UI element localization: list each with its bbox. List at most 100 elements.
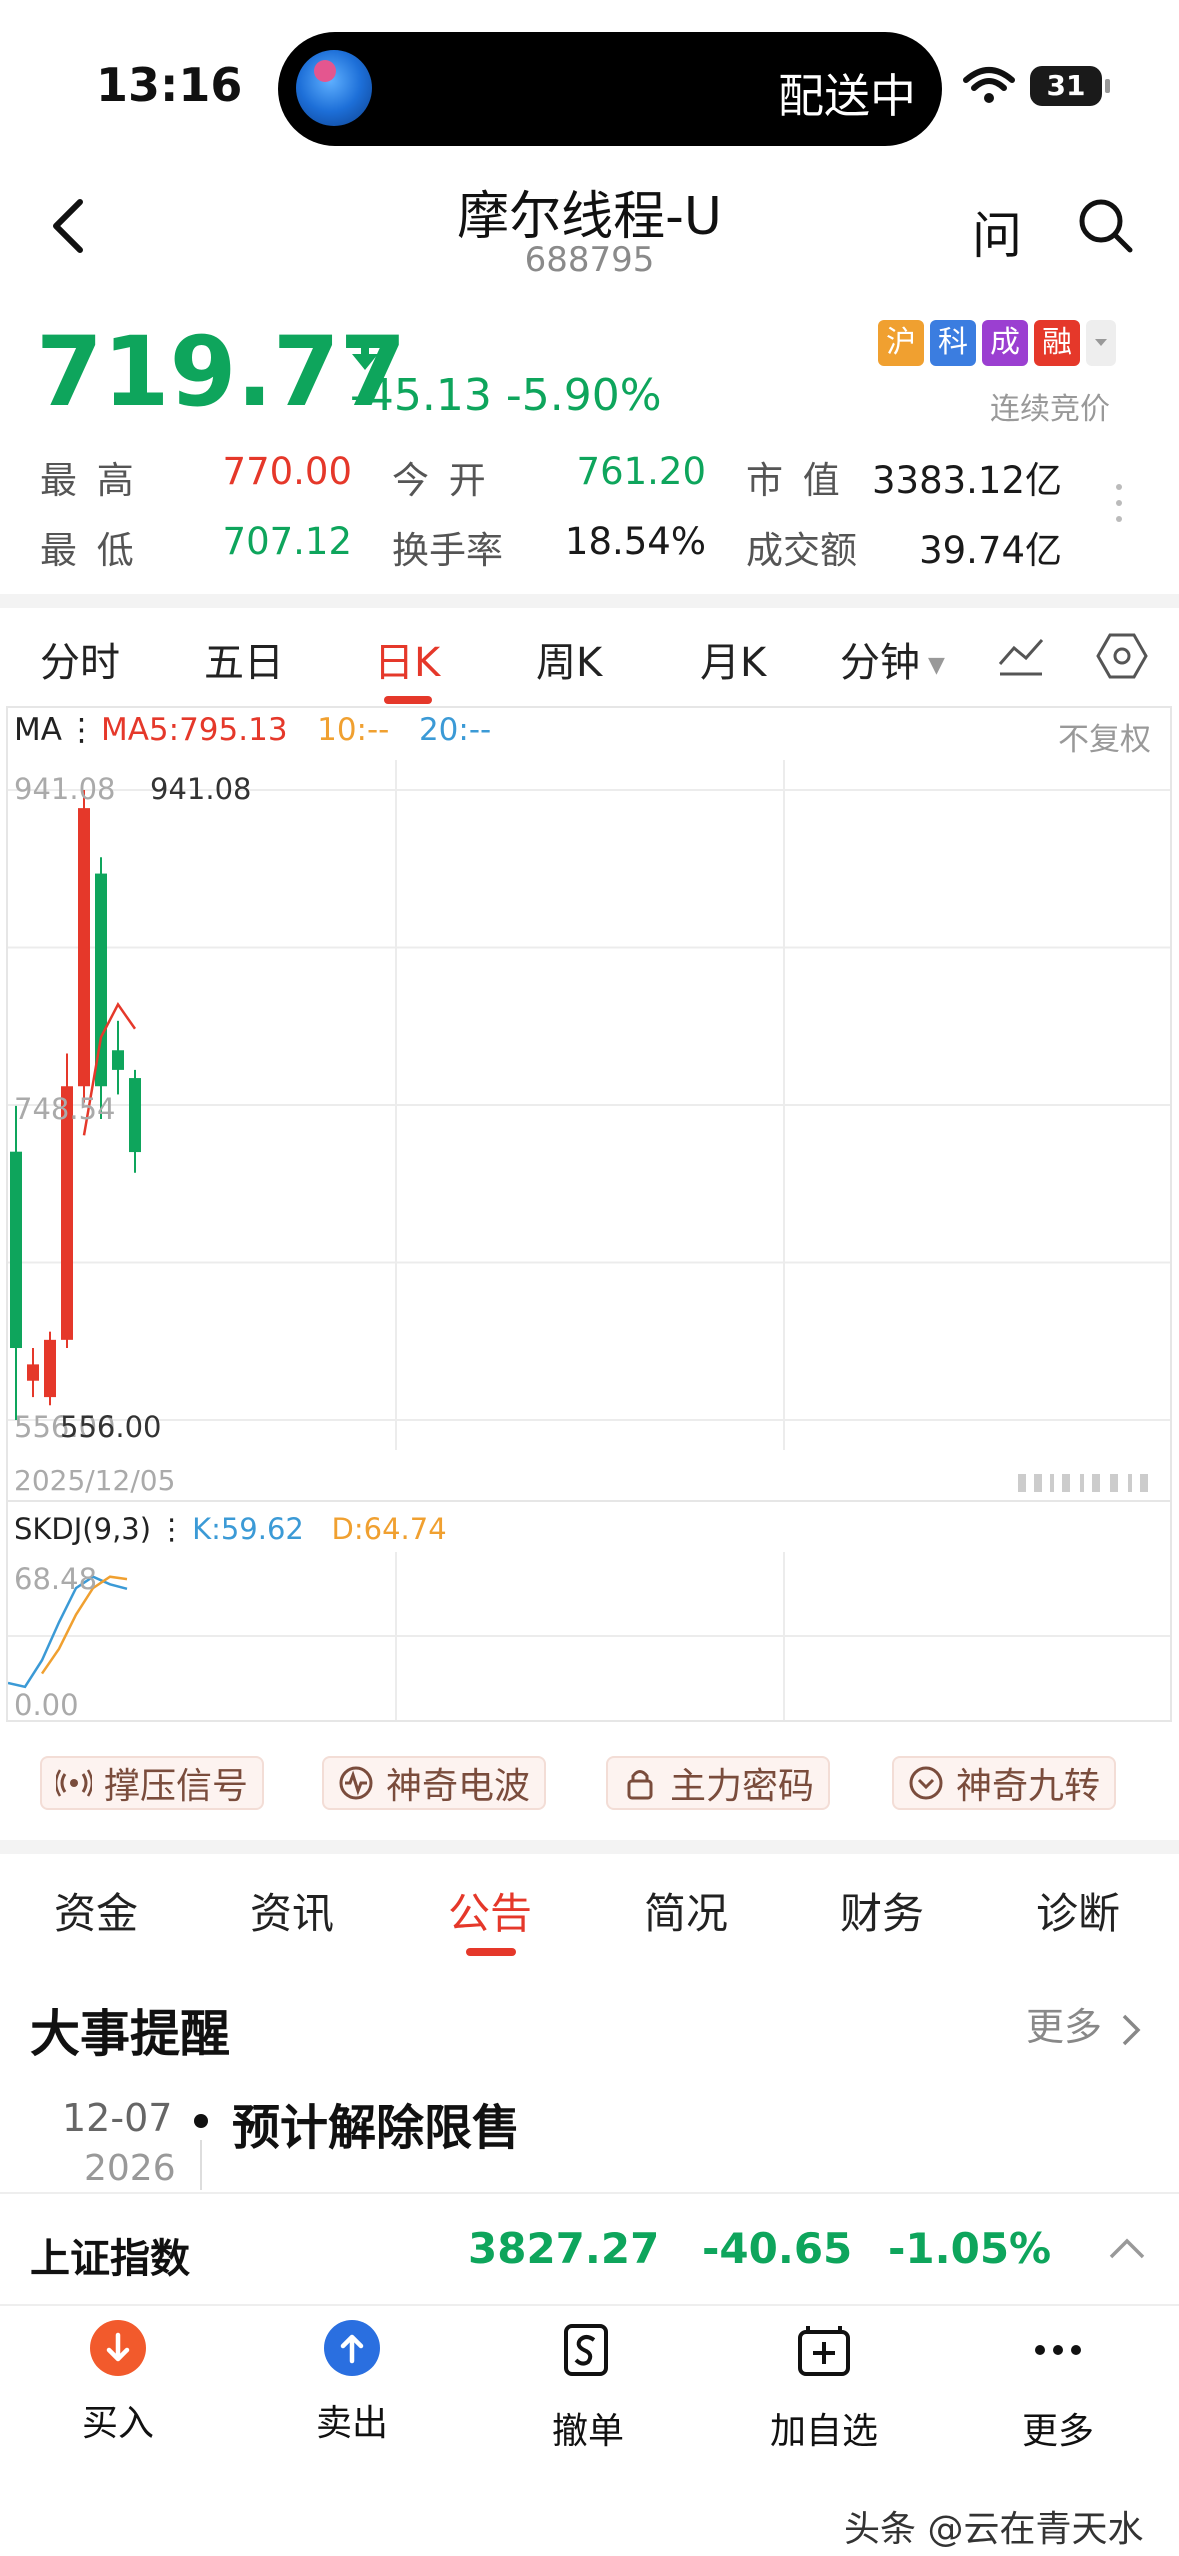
chevron-right-icon — [1122, 2014, 1141, 2045]
magic-nine-turn-button[interactable]: 神奇九转 — [892, 1756, 1117, 1810]
tab-weekly-k[interactable]: 周K — [536, 630, 602, 688]
candle-body[interactable] — [27, 1364, 39, 1381]
mcap-value: 3383.12亿 — [871, 459, 1062, 502]
tab-monthly-k[interactable]: 月K — [700, 630, 766, 688]
buy-label: 买入 — [81, 2403, 154, 2444]
lock-icon — [627, 1770, 653, 1800]
tab-intraday[interactable]: 分时 — [40, 630, 120, 688]
trading-status: 连续竞价 — [990, 392, 1110, 427]
market-tag: 科 — [930, 320, 976, 366]
signal-icon — [56, 1769, 92, 1797]
chart-draw-icon[interactable] — [996, 634, 1046, 678]
chevron-up-icon[interactable] — [1108, 2236, 1146, 2260]
candle-body[interactable] — [129, 1078, 141, 1153]
turnover-value: 18.54% — [564, 520, 706, 563]
skdj-d-label: D:64.74 — [331, 1512, 447, 1546]
search-icon[interactable] — [1076, 196, 1134, 254]
add-watchlist-button[interactable]: 加自选 — [734, 2320, 914, 2454]
tab-announcements[interactable]: 公告 — [448, 1880, 532, 1941]
add-watchlist-icon — [798, 2326, 850, 2376]
candlestick-chart[interactable] — [8, 760, 1170, 1450]
volume-value: 39.74亿 — [919, 529, 1062, 572]
wifi-icon — [963, 67, 1015, 103]
check-circle-icon — [909, 1766, 943, 1800]
tab-five-day[interactable]: 五日 — [204, 630, 284, 688]
pill-label: 主力密码 — [670, 1766, 815, 1807]
open-label: 今 开 — [392, 459, 490, 502]
no-adjust-toggle[interactable]: 不复权 — [1058, 714, 1151, 759]
candle-body[interactable] — [10, 1151, 22, 1349]
tab-profile[interactable]: 简况 — [644, 1880, 728, 1941]
index-name: 上证指数 — [30, 2236, 190, 2282]
y-max-tick: 941.08 — [14, 772, 116, 806]
wave-icon — [339, 1766, 373, 1800]
more-icon — [1035, 2345, 1081, 2355]
chevron-down-icon: ▼ — [928, 652, 945, 678]
tab-financials[interactable]: 财务 — [840, 1880, 924, 1941]
active-tab-indicator — [384, 696, 432, 704]
divider — [0, 594, 1179, 608]
price-change: -45.13 -5.90% — [350, 370, 662, 421]
min-price-marker: 556.00 — [60, 1410, 162, 1444]
chart-divider — [6, 1500, 1172, 1502]
divider — [0, 1840, 1179, 1854]
more-button[interactable]: 更多 — [968, 2320, 1148, 2454]
more-stats-icon[interactable] — [1116, 484, 1124, 532]
candle-body[interactable] — [78, 808, 90, 1087]
tab-diagnosis[interactable]: 诊断 — [1036, 1880, 1120, 1941]
index-change-percent: -1.05% — [888, 2224, 1052, 2273]
skdj-menu-icon[interactable]: ⋮ — [157, 1512, 186, 1546]
island-status-text: 配送中 — [778, 69, 916, 123]
ma-menu-icon[interactable]: ⋮ — [66, 712, 97, 748]
main-force-code-button[interactable]: 主力密码 — [606, 1756, 831, 1810]
candle-body[interactable] — [44, 1339, 56, 1398]
tab-daily-k[interactable]: 日K — [374, 630, 440, 688]
events-more-link[interactable]: 更多 — [1026, 1996, 1142, 2051]
chevron-down-icon[interactable] — [1086, 320, 1116, 366]
tab-news[interactable]: 资讯 — [250, 1880, 334, 1941]
more-label: 更多 — [1026, 2005, 1103, 2049]
skdj-k-label: K:59.62 — [192, 1512, 304, 1546]
cancel-order-button[interactable]: 撤单 — [498, 2320, 678, 2454]
low-value: 707.12 — [222, 520, 352, 563]
pill-label: 撑压信号 — [104, 1766, 249, 1807]
turnover-label: 换手率 — [392, 529, 503, 572]
event-title[interactable]: 预计解除限售 — [232, 2088, 520, 2158]
ma20-label: 20:-- — [418, 712, 492, 748]
market-tags[interactable]: 沪科成融 — [878, 320, 1116, 366]
market-tag: 沪 — [878, 320, 924, 366]
watermark: 头条 @云在青天水在瓶 — [844, 2509, 1144, 2550]
max-price-marker: 941.08 — [150, 772, 252, 806]
skdj-title: SKDJ(9,3) — [14, 1512, 152, 1546]
event-date: 12-07 — [62, 2096, 173, 2140]
skdj-chart[interactable] — [8, 1552, 1170, 1720]
high-label: 最 高 — [40, 459, 138, 502]
settings-hexagon-icon[interactable] — [1096, 632, 1148, 680]
change-amount: -45.13 — [350, 370, 492, 421]
tab-funds[interactable]: 资金 — [54, 1880, 138, 1941]
events-title: 大事提醒 — [30, 2005, 230, 2063]
pill-label: 神奇九转 — [956, 1766, 1101, 1807]
cancel-order-icon — [564, 2324, 608, 2376]
pill-label: 神奇电波 — [386, 1766, 531, 1807]
magic-wave-button[interactable]: 神奇电波 — [322, 1756, 547, 1810]
status-time: 13:16 — [96, 58, 243, 112]
market-tag: 成 — [982, 320, 1028, 366]
index-value: 3827.27 — [468, 2224, 660, 2273]
y-mid-tick: 748.54 — [14, 1092, 116, 1126]
index-change: -40.65 — [702, 2224, 853, 2273]
chart-scroll-indicator[interactable] — [1018, 1472, 1158, 1494]
sell-button[interactable]: 卖出 — [262, 2320, 442, 2446]
active-tab-indicator — [466, 1948, 516, 1956]
buy-button[interactable]: 买入 — [28, 2320, 208, 2446]
sell-icon — [324, 2320, 380, 2376]
tab-minute[interactable]: 分钟 ▼ — [840, 630, 945, 688]
support-pressure-signal-button[interactable]: 撑压信号 — [40, 1756, 265, 1810]
candle-body[interactable] — [112, 1050, 124, 1070]
ma10-label: 10:-- — [317, 712, 390, 748]
volume-label: 成交额 — [746, 529, 857, 572]
sell-label: 卖出 — [315, 2403, 388, 2444]
skdj-max-tick: 68.48 — [14, 1562, 98, 1596]
skdj-legend: SKDJ(9,3) ⋮ K:59.62 D:64.74 — [14, 1512, 447, 1546]
ask-button[interactable]: 问 — [972, 196, 1022, 268]
